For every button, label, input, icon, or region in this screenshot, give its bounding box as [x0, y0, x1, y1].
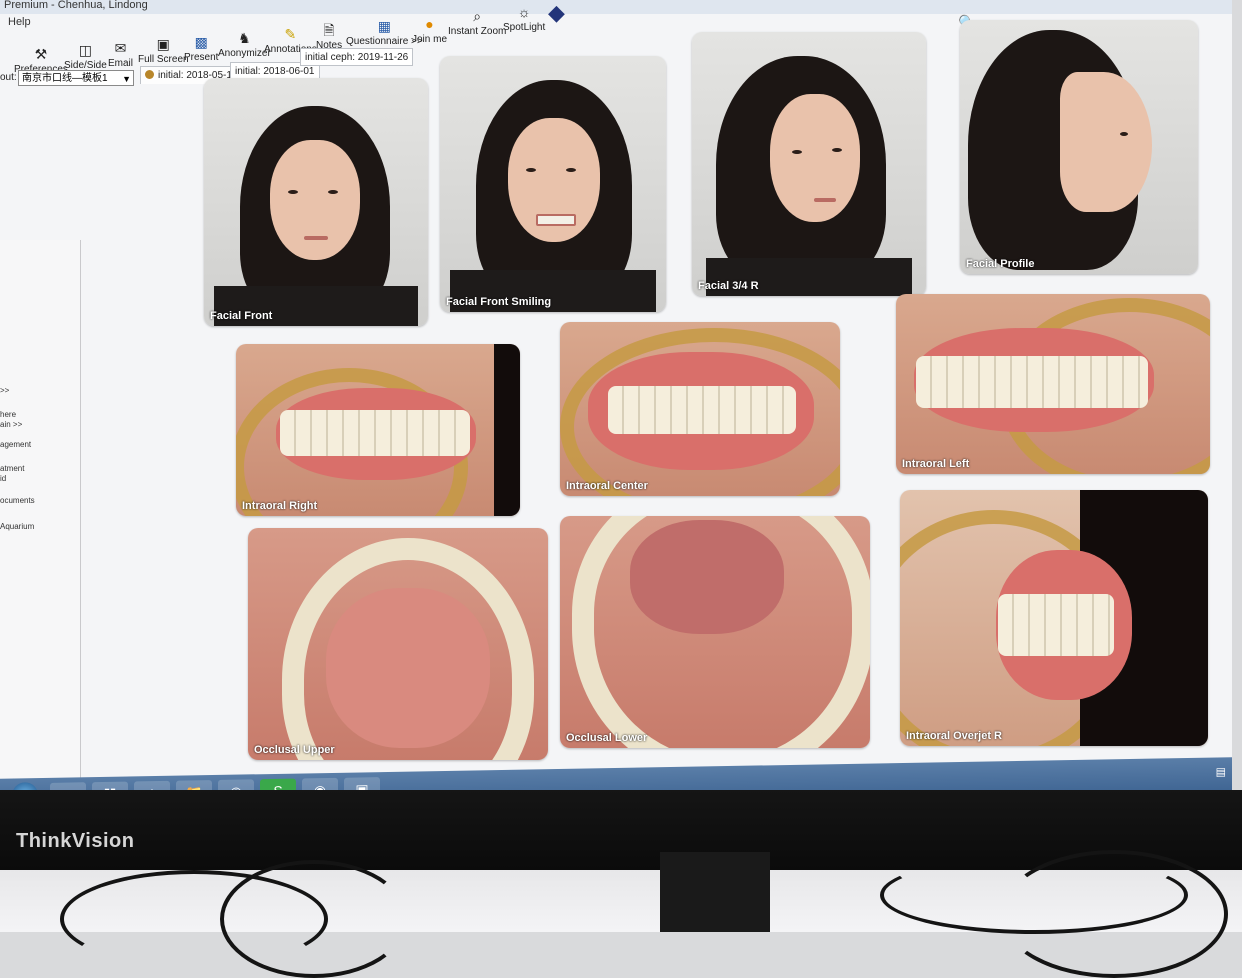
photo-caption: Occlusal Upper [254, 744, 335, 756]
teeth [916, 356, 1148, 408]
zoom-icon: ⌕ [473, 8, 482, 24]
fullscreen-button[interactable]: ▣ Full Screen [138, 36, 189, 65]
anonymizer-button[interactable]: ♞ Anonymizer [218, 30, 271, 59]
chevron-down-icon: ▼ [122, 74, 131, 84]
notes-icon: 🗎 [323, 22, 335, 38]
tab-initial-ceph-2019-11-26[interactable]: initial ceph: 2019-11-26 [300, 48, 414, 66]
photo-caption: Intraoral Left [902, 458, 970, 470]
photo-facial-front[interactable]: Facial Front [204, 78, 428, 326]
sidebar-item[interactable]: here [0, 410, 16, 419]
join-me-button[interactable]: ● Join me [412, 16, 447, 45]
diamond-logo-icon: ◆ [548, 0, 565, 25]
teeth [998, 594, 1114, 656]
photo-facial-profile[interactable]: Facial Profile [960, 20, 1198, 274]
face [1060, 72, 1152, 212]
app-screen: Premium - Chenhua, Lindong Help ⚒ Prefer… [0, 0, 1232, 790]
photo-caption: Facial Front [210, 310, 273, 322]
palate [326, 588, 490, 748]
annotations-icon: ✎ [284, 26, 297, 42]
cable [220, 860, 408, 978]
sidebar-item[interactable]: ain >> [0, 420, 22, 429]
spotlight-icon: ☼ [517, 4, 531, 20]
sidebar-item[interactable]: id [0, 474, 6, 483]
photo-caption: Facial Front Smiling [446, 296, 552, 308]
photo-caption: Facial Profile [966, 258, 1035, 270]
teeth [280, 410, 470, 456]
sidebar-item[interactable]: ocuments [0, 496, 35, 505]
fullscreen-icon: ▣ [156, 36, 170, 52]
photo-caption: Occlusal Lower [566, 732, 648, 744]
photo-intraoral-right[interactable]: Intraoral Right [236, 344, 520, 516]
side-by-side-icon: ◫ [78, 42, 93, 58]
teeth [608, 386, 796, 434]
layout-dropdown[interactable]: 南京市口线—模板1 ▼ [18, 70, 134, 86]
face [770, 94, 860, 222]
photo-facial-front-smiling[interactable]: Facial Front Smiling [440, 56, 666, 312]
photo-caption: Intraoral Overjet R [906, 730, 1002, 742]
tongue [630, 520, 784, 634]
left-sidebar: >> here ain >> agement atment id ocument… [0, 240, 81, 780]
photo-intraoral-left[interactable]: Intraoral Left [896, 294, 1210, 474]
photo-facial-three-quarter-right[interactable]: Facial 3/4 R [692, 32, 926, 296]
present-button[interactable]: ▩ Present [184, 34, 218, 63]
wrench-icon: ⚒ [34, 46, 48, 62]
sidebar-item[interactable]: atment [0, 464, 24, 473]
session-icon [145, 70, 154, 79]
photo-occlusal-upper[interactable]: Occlusal Upper [248, 528, 548, 760]
photo-intraoral-center[interactable]: Intraoral Center [560, 322, 840, 496]
cable [1000, 850, 1228, 978]
photo-occlusal-lower[interactable]: Occlusal Lower [560, 516, 870, 748]
photo-caption: Intraoral Center [566, 480, 648, 492]
anonymizer-icon: ♞ [238, 30, 251, 46]
layout-label: out: [0, 72, 17, 83]
instant-zoom-button[interactable]: ⌕ Instant Zoom [448, 8, 506, 37]
notes-button[interactable]: 🗎 Notes [316, 22, 342, 51]
present-icon: ▩ [194, 34, 208, 50]
layout-selected: 南京市口线—模板1 [22, 73, 108, 84]
questionnaire-icon: ▦ [377, 18, 391, 34]
side-by-side-button[interactable]: ◫ Side/Side [64, 42, 107, 71]
system-tray[interactable]: ▤ [1216, 765, 1226, 778]
sidebar-item[interactable]: Aquarium [0, 522, 34, 531]
spotlight-button[interactable]: ☼ SpotLight [503, 4, 545, 33]
email-button[interactable]: ✉ Email [108, 40, 133, 69]
photo-caption: Intraoral Right [242, 500, 318, 512]
monitor-stand [660, 852, 770, 932]
photo-intraoral-overjet-right[interactable]: Intraoral Overjet R [900, 490, 1208, 746]
monitor-brand-logo: ThinkVision [16, 830, 135, 852]
email-icon: ✉ [114, 40, 127, 56]
join-me-icon: ● [425, 16, 434, 32]
photo-caption: Facial 3/4 R [698, 280, 759, 292]
sidebar-item[interactable]: agement [0, 440, 31, 449]
face [270, 140, 360, 260]
sidebar-item[interactable]: >> [0, 386, 9, 395]
